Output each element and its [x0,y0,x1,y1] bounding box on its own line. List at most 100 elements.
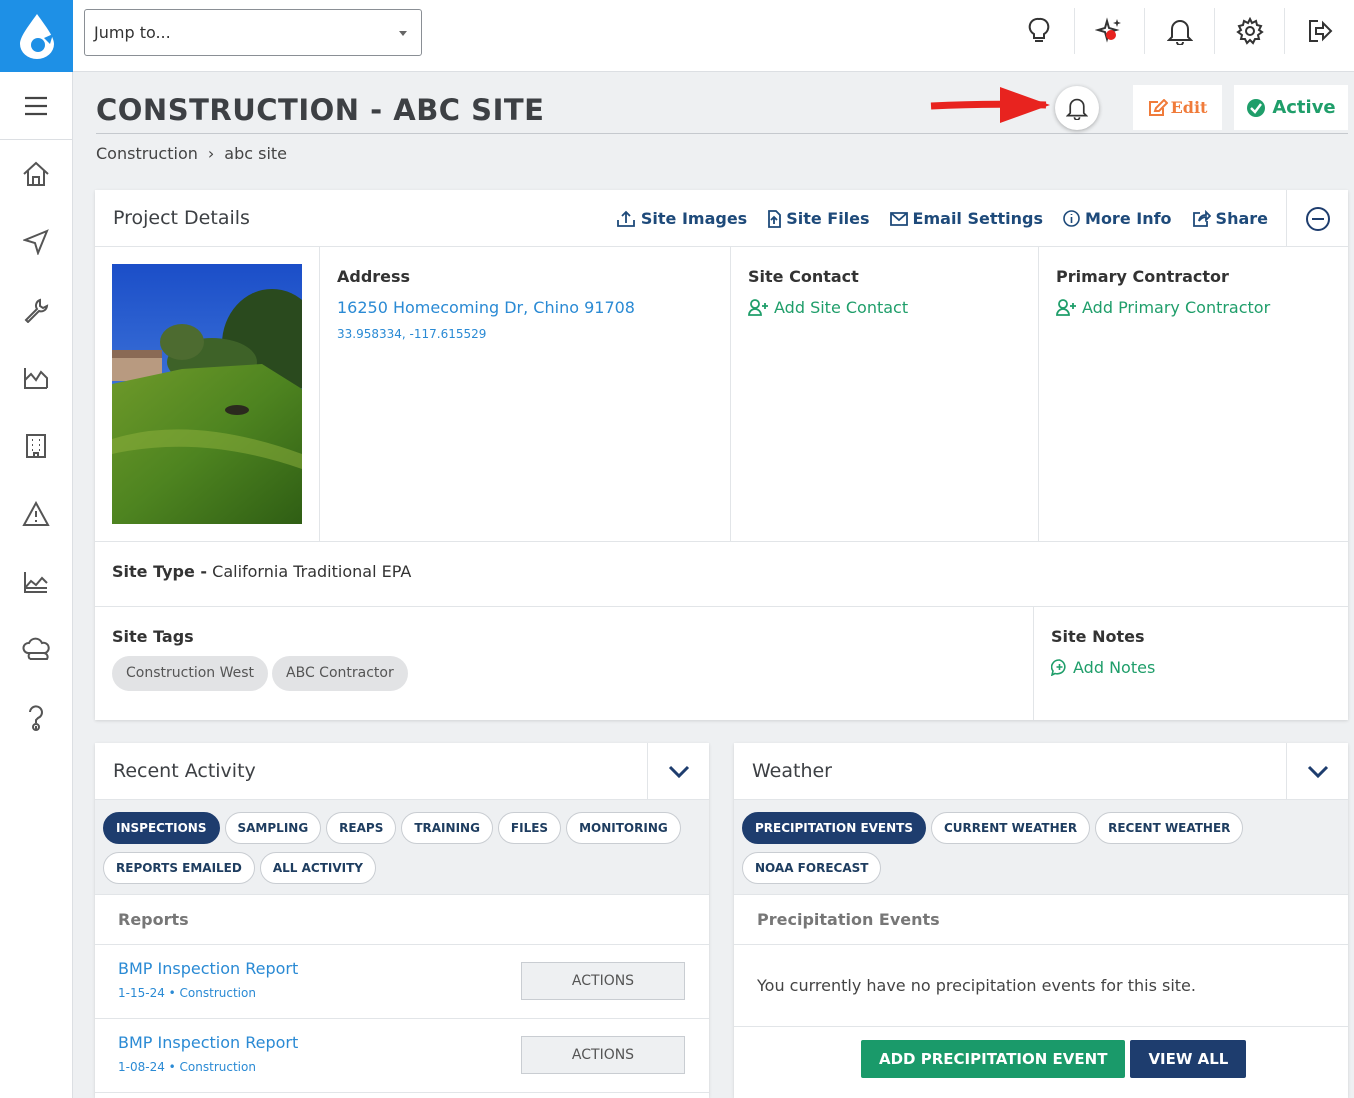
column-divider [730,247,731,542]
page-title: CONSTRUCTION - ABC SITE [96,93,545,127]
add-notes-link[interactable]: Add Notes [1051,658,1155,677]
bell-icon [1066,98,1088,120]
sidebar [0,72,73,1098]
site-tags-title: Site Tags [112,627,194,646]
tab-all-activity[interactable]: ALL ACTIVITY [259,852,376,884]
site-photo[interactable] [112,264,302,524]
table-row: BMP Inspection Report 1-15-24 • Construc… [95,945,709,1019]
menu-icon[interactable] [0,72,72,140]
status-label: Active [1272,97,1336,118]
tab-inspections[interactable]: INSPECTIONS [103,812,220,844]
site-type: Site Type - California Traditional EPA [112,562,411,581]
activity-filter-tabs: INSPECTIONS SAMPLING REAPS TRAINING FILE… [95,800,709,895]
gear-icon[interactable] [1214,8,1284,54]
actions-button[interactable]: ACTIONS [521,1036,685,1074]
tab-sampling[interactable]: SAMPLING [224,812,322,844]
chart-icon[interactable] [0,344,72,412]
upload-cloud-icon [616,210,635,227]
reports-heading: Reports [95,895,709,945]
bell-icon[interactable] [1144,8,1214,54]
report-meta: 1-15-24 • Construction [118,986,256,1000]
site-notifications-button[interactable] [1055,86,1099,130]
info-icon [1063,210,1080,227]
site-images-link[interactable]: Site Images [616,209,747,228]
edit-icon [1148,98,1168,116]
tab-files[interactable]: FILES [497,812,562,844]
add-site-contact-link[interactable]: Add Site Contact [748,298,908,317]
add-comment-icon [1051,659,1066,676]
share-link[interactable]: Share [1192,209,1268,228]
warning-icon[interactable] [0,480,72,548]
sparkle-icon[interactable] [1074,8,1144,54]
app-logo[interactable] [0,0,73,72]
tab-recent-weather[interactable]: RECENT WEATHER [1095,812,1244,844]
breadcrumb-separator: › [207,144,215,163]
home-icon[interactable] [0,140,72,208]
report-title-link[interactable]: BMP Inspection Report [118,959,298,978]
column-divider [1038,247,1039,542]
droplet-logo-icon [19,14,54,59]
tab-monitoring[interactable]: MONITORING [566,812,681,844]
tag-chip[interactable]: Construction West [112,656,269,691]
tab-current-weather[interactable]: CURRENT WEATHER [931,812,1091,844]
recent-activity-heading: Recent Activity [113,760,256,782]
address-title: Address [337,267,411,286]
chevron-down-icon [399,31,407,36]
column-divider [319,247,320,542]
tab-reports-emailed[interactable]: REPORTS EMAILED [103,852,255,884]
logout-icon[interactable] [1284,8,1354,54]
address-link[interactable]: 16250 Homecoming Dr, Chino 91708 [337,298,635,317]
building-icon[interactable] [0,412,72,480]
jump-to-placeholder: Jump to... [94,23,171,42]
site-images-label: Site Images [640,209,748,228]
site-files-link[interactable]: Site Files [767,209,870,228]
site-type-value: California Traditional EPA [212,562,412,581]
primary-contractor-title: Primary Contractor [1056,267,1229,286]
help-icon[interactable] [0,684,72,752]
file-upload-icon [768,209,782,228]
tab-training[interactable]: TRAINING [401,812,493,844]
area-chart-icon[interactable] [0,548,72,616]
site-photo-image [112,264,302,524]
status-active-button[interactable]: Active [1234,85,1348,130]
more-info-link[interactable]: More Info [1063,209,1172,228]
email-settings-link[interactable]: Email Settings [889,209,1044,228]
recent-activity-card: Recent Activity INSPECTIONS SAMPLING REA… [95,743,709,1098]
chevron-down-icon [668,765,689,778]
breadcrumb: Construction › abc site [96,144,287,163]
add-primary-contractor-link[interactable]: Add Primary Contractor [1056,298,1270,317]
weather-heading: Weather [752,760,832,782]
coordinates[interactable]: 33.958334, -117.615529 [337,327,486,341]
jump-to-select[interactable]: Jump to... [84,9,422,56]
email-settings-label: Email Settings [912,209,1044,228]
title-divider [96,133,1348,134]
address-value: 16250 Homecoming Dr, Chino 91708 [337,298,635,317]
site-notes-title: Site Notes [1051,627,1145,646]
tab-precipitation-events[interactable]: PRECIPITATION EVENTS [742,812,926,844]
add-site-contact-label: Add Site Contact [774,298,909,317]
tab-reaps[interactable]: REAPS [326,812,397,844]
top-bar: Jump to... [73,0,1354,72]
collapse-project-details-button[interactable] [1286,190,1348,247]
navigation-icon[interactable] [0,208,72,276]
lightbulb-icon[interactable] [1004,8,1074,54]
breadcrumb-construction[interactable]: Construction [96,144,198,163]
edit-button[interactable]: Edit [1133,85,1222,130]
share-icon [1192,210,1211,227]
view-all-button[interactable]: VIEW ALL [1130,1040,1247,1078]
breadcrumb-abc-site[interactable]: abc site [224,144,287,163]
share-label: Share [1215,209,1268,228]
cloud-icon[interactable] [0,616,72,684]
empty-state-message: You currently have no precipitation even… [734,945,1348,1027]
report-title-link[interactable]: BMP Inspection Report [118,1033,298,1052]
project-details-heading: Project Details [113,207,250,229]
expand-recent-activity-button[interactable] [647,743,709,800]
wrench-icon[interactable] [0,276,72,344]
tab-noaa-forecast[interactable]: NOAA FORECAST [742,852,882,884]
project-details-card: Project Details Site Images Site Files E… [95,190,1348,720]
expand-weather-button[interactable] [1286,743,1348,800]
tag-chip[interactable]: ABC Contractor [272,656,408,691]
add-precipitation-event-button[interactable]: ADD PRECIPITATION EVENT [861,1040,1126,1078]
actions-button[interactable]: ACTIONS [521,962,685,1000]
chevron-down-icon [1307,765,1328,778]
